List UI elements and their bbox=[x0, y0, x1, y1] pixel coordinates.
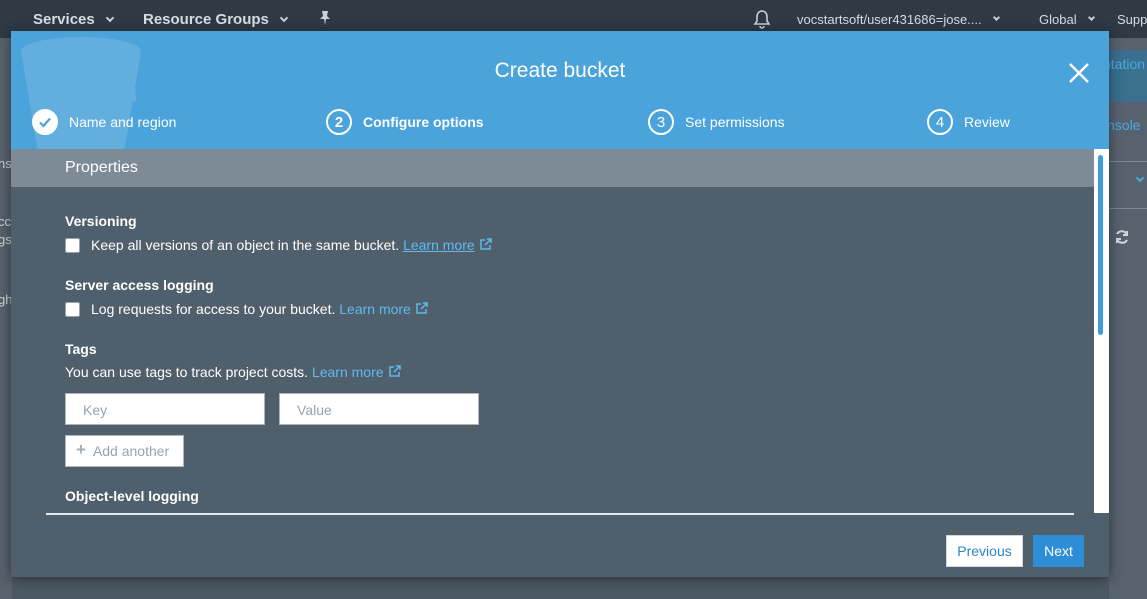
refresh-icon bbox=[1116, 230, 1128, 244]
versioning-learn-more-link[interactable]: Learn more bbox=[403, 237, 493, 253]
resource-groups-menu[interactable]: Resource Groups bbox=[143, 11, 289, 28]
bg-fragment: ns bbox=[0, 156, 12, 171]
region-label: Global bbox=[1039, 12, 1077, 27]
versioning-title: Versioning bbox=[65, 213, 137, 229]
chevron-down-icon bbox=[105, 13, 114, 22]
step-review[interactable]: 4 Review bbox=[927, 109, 1010, 135]
step-label: Review bbox=[964, 114, 1010, 130]
bell-icon[interactable] bbox=[753, 9, 771, 29]
external-link-icon bbox=[416, 302, 428, 314]
external-link-icon bbox=[479, 238, 492, 250]
tags-title: Tags bbox=[65, 341, 97, 357]
modal-title: Create bucket bbox=[494, 59, 626, 82]
background-right-panel: ntation nsole bbox=[1103, 38, 1147, 599]
modal-content: Properties Versioning Keep all versions … bbox=[11, 149, 1094, 513]
plus-icon: + bbox=[76, 440, 86, 459]
add-another-button[interactable]: + Add another bbox=[65, 435, 184, 467]
bg-documentation-link: ntation bbox=[1103, 56, 1146, 72]
tag-key-input[interactable]: Key bbox=[65, 393, 265, 425]
logging-learn-more-link[interactable]: Learn more bbox=[339, 301, 429, 317]
services-label: Services bbox=[33, 11, 95, 28]
check-icon bbox=[32, 109, 58, 135]
external-link-icon bbox=[388, 365, 401, 377]
versioning-row: Keep all versions of an object in the sa… bbox=[65, 237, 493, 253]
region-menu[interactable]: Global bbox=[1039, 12, 1095, 27]
step-number: 3 bbox=[648, 109, 674, 135]
step-label: Configure options bbox=[363, 114, 484, 130]
chevron-down-icon bbox=[1087, 13, 1095, 22]
close-button[interactable] bbox=[1067, 61, 1091, 85]
chevron-down-icon bbox=[992, 13, 1000, 22]
add-another-label: Add another bbox=[92, 443, 170, 459]
logging-row: Log requests for access to your bucket. … bbox=[65, 301, 429, 317]
close-icon bbox=[1069, 63, 1089, 83]
support-menu[interactable]: Supp bbox=[1117, 12, 1147, 27]
bg-fragment: cc bbox=[0, 214, 11, 229]
resource-groups-label: Resource Groups bbox=[143, 11, 269, 28]
step-name-and-region[interactable]: Name and region bbox=[32, 109, 176, 135]
modal-header: Create bucket Name and region 2 Configur… bbox=[11, 31, 1109, 149]
object-logging-title: Object-level logging bbox=[65, 488, 199, 504]
bg-fragment: gs bbox=[0, 232, 12, 247]
step-set-permissions[interactable]: 3 Set permissions bbox=[648, 109, 785, 135]
scrollbar-thumb[interactable] bbox=[1098, 155, 1103, 335]
content-divider bbox=[46, 513, 1074, 515]
step-label: Set permissions bbox=[685, 114, 785, 130]
step-configure-options[interactable]: 2 Configure options bbox=[326, 109, 484, 135]
next-button[interactable]: Next bbox=[1033, 535, 1084, 567]
tags-text: You can use tags to track project costs. bbox=[65, 364, 309, 380]
logging-checkbox[interactable] bbox=[65, 301, 80, 317]
section-title: Properties bbox=[11, 149, 1094, 187]
step-number: 4 bbox=[927, 109, 953, 135]
bg-console-link: nsole bbox=[1107, 117, 1141, 133]
logging-title: Server access logging bbox=[65, 277, 214, 293]
tag-value-input[interactable]: Value bbox=[279, 393, 479, 425]
logging-text: Log requests for access to your bucket. bbox=[91, 301, 336, 317]
create-bucket-modal: Create bucket Name and region 2 Configur… bbox=[11, 31, 1109, 577]
account-label: vocstartsoft/user431686=jose.... bbox=[797, 12, 982, 27]
chevron-down-icon bbox=[279, 13, 289, 22]
services-menu[interactable]: Services bbox=[33, 11, 114, 28]
versioning-text: Keep all versions of an object in the sa… bbox=[91, 237, 400, 253]
step-number: 2 bbox=[326, 109, 352, 135]
pin-icon[interactable] bbox=[318, 10, 332, 26]
tags-learn-more-link[interactable]: Learn more bbox=[312, 364, 402, 380]
previous-button[interactable]: Previous bbox=[946, 535, 1023, 567]
support-label: Supp bbox=[1117, 12, 1147, 27]
versioning-checkbox[interactable] bbox=[65, 237, 80, 253]
step-label: Name and region bbox=[69, 114, 177, 130]
tags-description: You can use tags to track project costs.… bbox=[65, 364, 402, 380]
account-menu[interactable]: vocstartsoft/user431686=jose.... bbox=[797, 12, 1000, 27]
chevron-down-icon bbox=[1135, 173, 1145, 183]
